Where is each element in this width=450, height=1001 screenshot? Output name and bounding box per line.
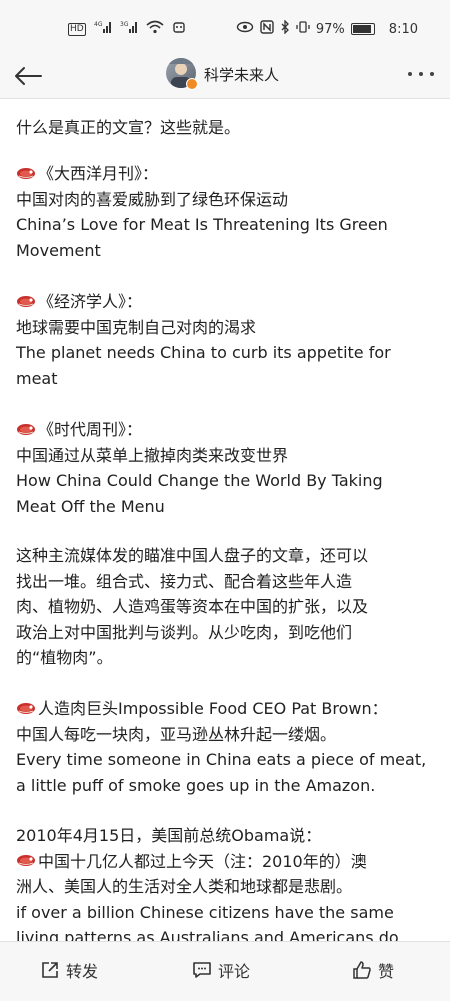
- nfc-icon: [260, 20, 274, 38]
- quote-en-line1: Every time someone in China eats a piece…: [16, 750, 427, 769]
- steak-emoji-icon: [17, 295, 35, 307]
- intro-text: 什么是真正的文宣？这些就是。: [16, 118, 241, 137]
- source-time: 《时代周刊》： 中国通过从菜单上撤掉肉类来改变世界 How China Coul…: [16, 417, 436, 519]
- headline-zh: 中国对肉的喜爱威胁到了绿色环保运动: [16, 189, 289, 209]
- headline-zh: 地球需要中国克制自己对肉的渴求: [16, 317, 257, 337]
- comment-button[interactable]: 评论: [192, 958, 250, 982]
- headline-en-line1: How China Could Change the World By Taki…: [16, 471, 383, 490]
- share-icon: [42, 962, 58, 978]
- repost-button[interactable]: 转发: [40, 958, 98, 982]
- quote-en-line2: a little puff of smoke goes up in the Am…: [16, 775, 376, 795]
- wifi-icon: [146, 20, 164, 38]
- repost-label: 转发: [66, 962, 99, 981]
- status-left-icons: HD 4G 3G: [68, 20, 186, 38]
- source-economist: 《经济学人》： 地球需要中国克制自己对肉的渴求 The planet needs…: [16, 289, 436, 391]
- quote-en-line2: living patterns as Australians and Ameri…: [16, 928, 399, 941]
- status-bar: HD 4G 3G 97% 8:10: [0, 0, 450, 56]
- more-options-button[interactable]: [406, 62, 436, 82]
- commentary-line: 这种主流媒体发的瞄准中国人盘子的文章，还可以: [16, 546, 369, 565]
- steak-emoji-icon: [17, 855, 35, 866]
- back-button[interactable]: [10, 58, 46, 94]
- commentary-line: 的“植物肉”。: [16, 648, 113, 667]
- source-title: 《时代周刊》：: [38, 420, 143, 439]
- app-notification-icon: [172, 20, 186, 38]
- bluetooth-icon: [280, 19, 290, 38]
- quote-zh: 中国人每吃一块肉，亚马逊丛林升起一缕烟。: [16, 724, 337, 744]
- post-content: 什么是真正的文宣？这些就是。 《大西洋月刊》： 中国对肉的喜爱威胁到了绿色环保运…: [0, 99, 450, 941]
- headline-en-line2: Movement: [16, 240, 101, 260]
- eye-icon: [236, 20, 254, 38]
- headline-zh: 中国通过从菜单上撤掉肉类来改变世界: [16, 445, 289, 465]
- steak-emoji-icon: [17, 702, 35, 714]
- svg-text:4G: 4G: [94, 21, 103, 28]
- quote-intro: 2010年4月15日，美国前总统Obama说：: [16, 826, 322, 845]
- quote-zh-line2: 洲人、美国人的生活对全人类和地球都是悲剧。: [16, 877, 353, 896]
- source-atlantic: 《大西洋月刊》： 中国对肉的喜爱威胁到了绿色环保运动 China’s Love …: [16, 161, 436, 263]
- signal-4g-icon: 4G: [94, 20, 112, 38]
- commentary-line: 肉、植物奶、人造鸡蛋等资本在中国的扩张，以及: [16, 597, 369, 616]
- headline-en-line1: China’s Love for Meat Is Threatening Its…: [16, 215, 388, 234]
- vibrate-icon: [296, 20, 310, 38]
- quote-en-line1: if over a billion Chinese citizens have …: [16, 902, 394, 922]
- headline-en-line2: Meat Off the Menu: [16, 496, 165, 516]
- comment-label: 评论: [218, 962, 251, 981]
- signal-3g-icon: 3G: [120, 20, 138, 38]
- more-dots-icon: [408, 72, 434, 76]
- source-title: 《大西洋月刊》：: [38, 164, 159, 183]
- like-label: 赞: [378, 962, 395, 981]
- battery-percent: 97%: [315, 21, 345, 37]
- commentary-line: 找出一堆。组合式、接力式、配合着这些年人造: [16, 571, 353, 591]
- svg-text:3G: 3G: [120, 21, 129, 28]
- back-arrow-icon: [15, 67, 42, 85]
- intro-paragraph: 什么是真正的文宣？这些就是。: [16, 115, 436, 141]
- quote-pat-brown: 人造肉巨头Impossible Food CEO Pat Brown： 中国人每…: [16, 696, 436, 798]
- headline-en-line1: The planet needs China to curb its appet…: [16, 343, 391, 362]
- commentary-line: 政治上对中国批判与谈判。从少吃肉，到吃他们: [16, 622, 353, 642]
- source-title: 《经济学人》：: [38, 292, 143, 311]
- quote-title: 人造肉巨头Impossible Food CEO Pat Brown：: [38, 699, 388, 718]
- steak-emoji-icon: [17, 423, 35, 435]
- commentary-paragraph: 这种主流媒体发的瞄准中国人盘子的文章，还可以 找出一堆。组合式、接力式、配合着这…: [16, 543, 436, 671]
- comment-icon: [193, 962, 211, 978]
- battery-icon: [350, 23, 375, 35]
- headline-en-line2: meat: [16, 368, 58, 388]
- like-button[interactable]: 赞: [352, 958, 394, 982]
- bottom-action-bar: 转发 评论 赞: [0, 941, 450, 1001]
- thumbs-up-icon: [353, 961, 371, 979]
- status-right-icons: 97% 8:10: [236, 19, 418, 38]
- author-name[interactable]: 科学未来人: [204, 64, 279, 85]
- quote-obama: 2010年4月15日，美国前总统Obama说： 中国十几亿人都过上今天（注：20…: [16, 823, 436, 941]
- hd-icon: HD: [68, 22, 86, 36]
- verified-badge-icon: [186, 78, 198, 90]
- top-nav-bar: 科学未来人: [0, 56, 450, 99]
- clock-time: 8:10: [388, 21, 418, 37]
- quote-zh-line1: 中国十几亿人都过上今天（注：2010年的）澳: [38, 851, 367, 871]
- steak-emoji-icon: [17, 167, 35, 179]
